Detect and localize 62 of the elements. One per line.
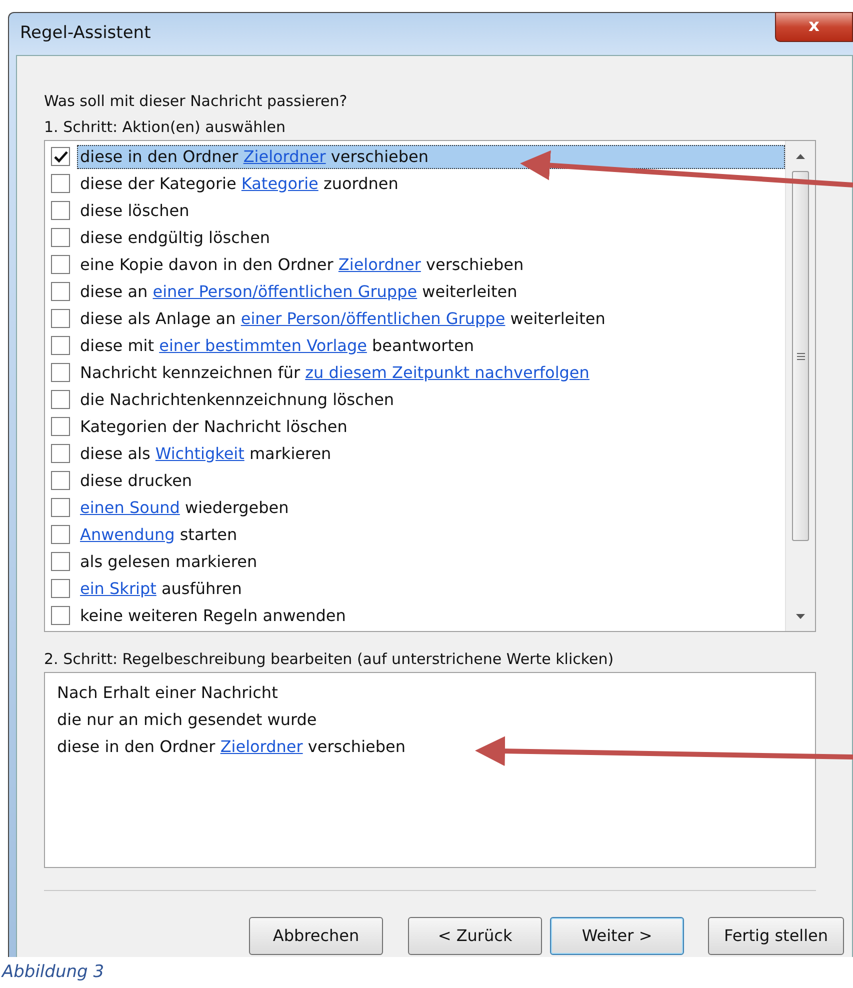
checkbox[interactable] xyxy=(51,552,70,571)
checkbox[interactable] xyxy=(51,525,70,544)
action-item[interactable]: keine weiteren Regeln anwenden xyxy=(77,604,349,628)
link[interactable]: ein Skript xyxy=(80,578,156,598)
action-item[interactable]: diese der Kategorie Kategorie zuordnen xyxy=(77,172,402,196)
action-item[interactable]: diese drucken xyxy=(77,468,196,492)
action-item[interactable]: diese an einer Person/öffentlichen Gruppe weiterleiten xyxy=(77,280,520,304)
link[interactable]: einen Sound xyxy=(80,498,180,516)
checkbox[interactable] xyxy=(51,228,70,247)
link[interactable]: Wichtigkeit xyxy=(155,444,244,462)
action-item[interactable]: diese mit einer bestimmten Vorlage beantworten xyxy=(77,334,477,358)
scrollbar[interactable] xyxy=(785,141,815,631)
checkbox[interactable] xyxy=(51,498,70,517)
checkbox[interactable] xyxy=(51,606,70,625)
close-button[interactable]: x xyxy=(775,12,853,42)
checkbox[interactable] xyxy=(51,201,70,220)
step-label: 1. Schritt: Aktion(en) auswählen xyxy=(44,117,287,138)
checkbox[interactable] xyxy=(51,174,70,193)
action-item[interactable]: eine Kopie davon in den Ordner Zielordner verschieben xyxy=(77,252,527,276)
checkbox[interactable] xyxy=(51,255,70,274)
window-title: Regel-Assistent xyxy=(19,22,151,46)
checkbox[interactable] xyxy=(51,417,70,436)
checkbox[interactable] xyxy=(51,471,70,490)
action-item[interactable]: diese endgültig löschen xyxy=(77,226,274,250)
checkbox[interactable] xyxy=(51,390,70,409)
step-label: 2. Schritt: Regelbeschreibung bearbeiten (auf unterstrichene Werte klicken) xyxy=(44,649,615,670)
dialog-button[interactable]: < Zurück xyxy=(408,917,542,955)
link[interactable]: Anwendung xyxy=(80,524,175,544)
checkbox[interactable] xyxy=(51,444,70,463)
checkbox[interactable] xyxy=(51,336,70,355)
link[interactable]: einer Person/öffentlichen Gruppe xyxy=(240,308,506,328)
link[interactable]: einer Person/öffentlichen Gruppe xyxy=(152,282,418,300)
link[interactable]: Zielordner xyxy=(243,146,326,166)
dialog-button[interactable]: Weiter > xyxy=(550,917,684,955)
action-item[interactable]: diese in den Ordner Zielordner verschieben xyxy=(77,144,785,168)
action-item[interactable]: Kategorien der Nachricht löschen xyxy=(77,414,350,438)
action-item[interactable]: diese löschen xyxy=(77,198,192,222)
checkbox[interactable] xyxy=(51,309,70,328)
description-line: die nur an mich gesendet wurde xyxy=(57,709,317,731)
dialog-button[interactable]: Fertig stellen xyxy=(708,917,844,955)
checkbox[interactable] xyxy=(51,363,70,382)
dialog-button[interactable]: Abbrechen xyxy=(249,917,384,955)
checkbox[interactable] xyxy=(51,147,70,166)
action-item[interactable]: als gelesen markieren xyxy=(77,550,260,574)
action-item[interactable]: ein Skript ausführen xyxy=(77,576,245,600)
link[interactable]: Zielordner xyxy=(338,254,421,274)
scroll-thumb[interactable] xyxy=(792,171,809,541)
description-line: Nach Erhalt einer Nachricht xyxy=(57,682,278,704)
action-item[interactable]: Nachricht kennzeichnen für zu diesem Zeitpunkt nachverfolgen xyxy=(77,360,592,384)
action-item[interactable]: diese als Anlage an einer Person/öffentlichen Gruppe weiterleiten xyxy=(77,306,608,330)
link[interactable]: zu diesem Zeitpunkt nachverfolgen xyxy=(305,362,590,382)
action-item[interactable]: einen Sound wiedergeben xyxy=(77,496,292,520)
link[interactable]: einer bestimmten Vorlage xyxy=(159,336,367,354)
link[interactable]: Zielordner xyxy=(220,737,303,756)
action-item[interactable]: Anwendung starten xyxy=(77,522,240,546)
question-label: Was soll mit dieser Nachricht passieren? xyxy=(44,91,348,112)
checkbox[interactable] xyxy=(51,282,70,301)
action-item[interactable]: die Nachrichtenkennzeichnung löschen xyxy=(77,388,398,412)
checkbox[interactable] xyxy=(51,579,70,598)
link[interactable]: Kategorie xyxy=(241,174,318,192)
description-line: diese in den Ordner Zielordner verschieben xyxy=(57,736,406,758)
action-item[interactable]: diese als Wichtigkeit markieren xyxy=(77,442,334,466)
